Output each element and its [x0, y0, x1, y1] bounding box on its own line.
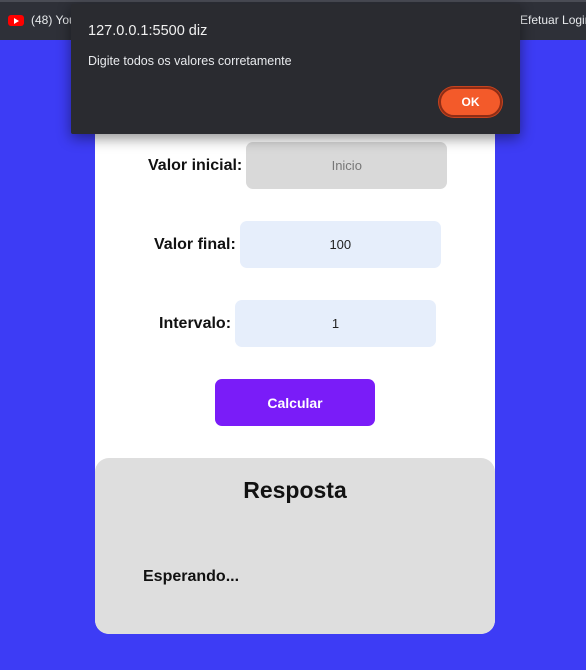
- valor-inicial-label: Valor inicial:: [148, 156, 243, 174]
- dialog-title: 127.0.0.1:5500 diz: [88, 23, 208, 39]
- alert-dialog: 127.0.0.1:5500 diz Digite todos os valor…: [71, 4, 520, 134]
- calculate-button[interactable]: Calcular: [215, 379, 375, 426]
- valor-final-label: Valor final:: [154, 235, 236, 253]
- answer-panel: Resposta Esperando...: [95, 458, 495, 634]
- bookmark-login-label: Efetuar Login: [520, 13, 586, 27]
- field-row-final: Valor final:: [154, 221, 441, 268]
- intervalo-label: Intervalo:: [159, 314, 232, 332]
- valor-inicial-input[interactable]: [246, 142, 448, 189]
- dialog-message: Digite todos os valores corretamente: [88, 54, 292, 68]
- bookmark-youtube-label: (48) YouTube: [31, 13, 74, 27]
- field-row-intervalo: Intervalo:: [159, 300, 437, 347]
- dialog-ok-button[interactable]: OK: [439, 87, 502, 117]
- answer-text: Esperando...: [143, 568, 240, 585]
- bookmark-youtube[interactable]: (48) YouTube: [8, 13, 74, 27]
- youtube-icon: [8, 14, 24, 26]
- answer-title: Resposta: [243, 477, 347, 503]
- intervalo-input[interactable]: [235, 300, 437, 347]
- bookmark-login[interactable]: Efetuar Login: [520, 13, 586, 27]
- field-row-inicial: Valor inicial:: [148, 142, 448, 189]
- valor-final-input[interactable]: [239, 221, 441, 268]
